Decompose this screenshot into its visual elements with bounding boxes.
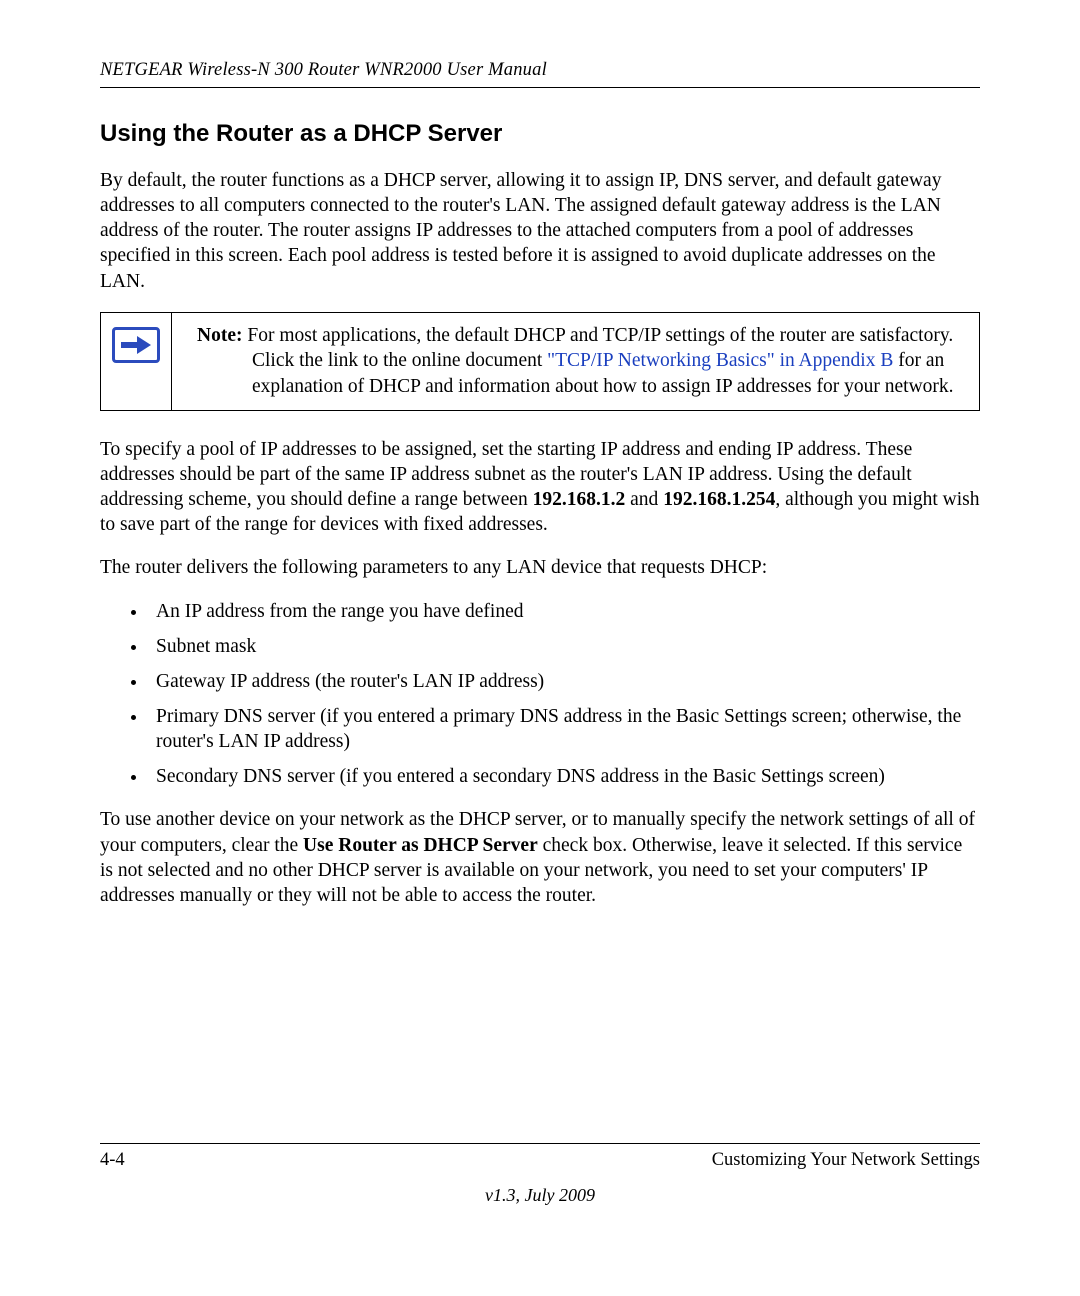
list-item: An IP address from the range you have de… [148,599,980,624]
list-item: Gateway IP address (the router's LAN IP … [148,669,980,694]
page-number: 4-4 [100,1150,125,1171]
delivers-intro: The router delivers the following parame… [100,555,980,580]
manual-header: NETGEAR Wireless-N 300 Router WNR2000 Us… [100,60,980,88]
note-label: Note: [197,325,242,346]
note-icon-cell [101,313,172,410]
chapter-title: Customizing Your Network Settings [712,1150,980,1171]
dhcp-params-list: An IP address from the range you have de… [100,599,980,790]
pool-paragraph: To specify a pool of IP addresses to be … [100,437,980,538]
other-device-paragraph: To use another device on your network as… [100,807,980,908]
arrow-right-icon [112,327,160,363]
tcpip-link[interactable]: "TCP/IP Networking Basics" in Appendix B [547,350,893,371]
note-box: Note: For most applications, the default… [100,312,980,411]
version-date: v1.3, July 2009 [100,1185,980,1206]
list-item: Secondary DNS server (if you entered a s… [148,764,980,789]
list-item: Subnet mask [148,634,980,659]
intro-paragraph: By default, the router functions as a DH… [100,168,980,294]
list-item: Primary DNS server (if you entered a pri… [148,704,980,754]
pool-start-ip: 192.168.1.2 [533,489,626,510]
pool-mid: and [625,489,663,510]
checkbox-name: Use Router as DHCP Server [303,835,538,856]
pool-end-ip: 192.168.1.254 [663,489,775,510]
page-footer: 4-4 Customizing Your Network Settings v1… [100,1143,980,1206]
section-heading: Using the Router as a DHCP Server [100,120,980,148]
note-text: Note: For most applications, the default… [172,313,979,410]
